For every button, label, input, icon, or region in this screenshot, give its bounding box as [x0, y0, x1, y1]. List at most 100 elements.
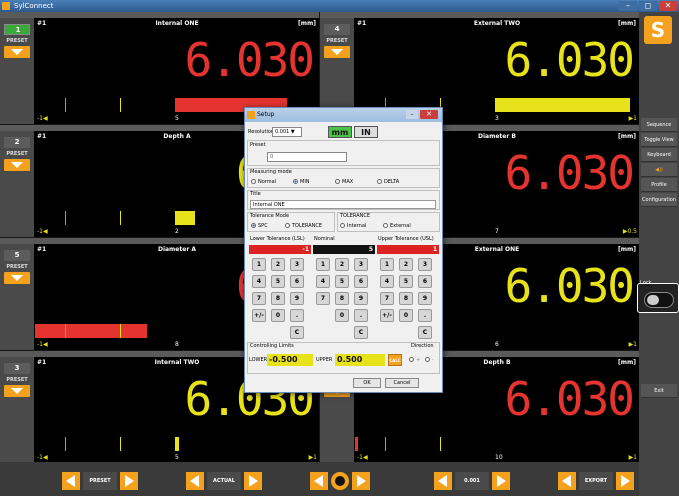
preset-select[interactable]: 0: [267, 152, 347, 162]
title-input[interactable]: Internal ONE: [250, 200, 436, 209]
export-prev-button[interactable]: [558, 472, 576, 490]
keyboard-button[interactable]: Keyboard: [641, 148, 677, 162]
resolution-select[interactable]: 0.001 ▼: [272, 127, 302, 137]
resolution-next-button[interactable]: [492, 472, 510, 490]
keypad-key[interactable]: .: [418, 309, 432, 322]
panel-preset-button[interactable]: [4, 159, 30, 171]
keypad-key[interactable]: 6: [354, 275, 368, 288]
keypad-clear-key[interactable]: C: [418, 326, 432, 339]
sequence-button[interactable]: Sequence: [641, 118, 677, 132]
resolution-prev-button[interactable]: [434, 472, 452, 490]
profile-button[interactable]: Profile: [641, 178, 677, 192]
mode-delta-radio[interactable]: DELTA: [377, 179, 399, 185]
keypad-key[interactable]: .: [354, 309, 368, 322]
keypad-key[interactable]: 7: [252, 292, 266, 305]
zero-prev-button[interactable]: [310, 472, 328, 490]
tol-external-radio[interactable]: External: [383, 223, 411, 229]
keypad-key[interactable]: 5: [335, 275, 349, 288]
calc-button[interactable]: CALC: [388, 354, 402, 366]
panel-title: Depth A: [163, 133, 191, 140]
close-button[interactable]: ✕: [659, 1, 677, 11]
keypad-key[interactable]: .: [290, 309, 304, 322]
keypad-key[interactable]: 7: [316, 292, 330, 305]
keypad-clear-key[interactable]: C: [290, 326, 304, 339]
keypad-key[interactable]: 4: [252, 275, 266, 288]
unit-mm-button[interactable]: mm: [328, 126, 352, 138]
keypad-key[interactable]: 1: [316, 258, 330, 271]
tol-internal-radio[interactable]: Internal: [340, 223, 366, 229]
scale-right: ▶1: [628, 341, 637, 348]
scale-right: ▶1: [628, 454, 637, 461]
minimize-button[interactable]: –: [619, 1, 637, 11]
actual-prev-button[interactable]: [186, 472, 204, 490]
keypad-key[interactable]: 9: [418, 292, 432, 305]
mode-normal-radio[interactable]: Normal: [251, 179, 276, 185]
unit-in-button[interactable]: IN: [354, 126, 378, 138]
tol-tolerance-radio[interactable]: TOLERANCE: [285, 223, 322, 229]
keypad-key[interactable]: 4: [380, 275, 394, 288]
keypad-key[interactable]: +/-: [380, 309, 394, 322]
keypad-key[interactable]: 1: [252, 258, 266, 271]
panel-preset-label: PRESET: [6, 151, 28, 157]
toggle-view-button[interactable]: Toggle View: [641, 133, 677, 147]
keypad-key[interactable]: 3: [418, 258, 432, 271]
panel-preset-button[interactable]: [4, 46, 30, 58]
panel-preset-button[interactable]: [4, 272, 30, 284]
keypad-key[interactable]: 4: [316, 275, 330, 288]
keypad-key[interactable]: 0: [271, 309, 285, 322]
keypad-key[interactable]: 7: [380, 292, 394, 305]
keypad-key[interactable]: 6: [418, 275, 432, 288]
zero-circle-icon[interactable]: [331, 472, 349, 490]
panel-number[interactable]: 3: [4, 363, 30, 374]
keypad-key[interactable]: 3: [290, 258, 304, 271]
panel-number[interactable]: 1: [4, 24, 30, 35]
mode-min-radio[interactable]: MIN: [293, 179, 310, 185]
actual-next-button[interactable]: [244, 472, 262, 490]
direction-plus-radio[interactable]: +: [409, 357, 420, 363]
cancel-button[interactable]: Cancel: [385, 378, 419, 388]
configuration-button[interactable]: Configuration: [641, 193, 677, 207]
panel-preset-button[interactable]: [324, 46, 350, 58]
keypad-key[interactable]: 8: [271, 292, 285, 305]
keypad-key[interactable]: 5: [271, 275, 285, 288]
panel-number[interactable]: 5: [4, 250, 30, 261]
keypad-key[interactable]: 8: [399, 292, 413, 305]
panel-preset-button[interactable]: [4, 385, 30, 397]
keypad-clear-key[interactable]: C: [354, 326, 368, 339]
keypad-key[interactable]: 3: [354, 258, 368, 271]
keypad-key[interactable]: +/-: [252, 309, 266, 322]
exit-button[interactable]: Exit: [641, 384, 677, 398]
keypad-key[interactable]: 8: [335, 292, 349, 305]
mode-max-radio[interactable]: MAX: [335, 179, 353, 185]
keypad-key[interactable]: 2: [271, 258, 285, 271]
keypad-key[interactable]: 2: [335, 258, 349, 271]
export-label: EXPORT: [579, 472, 613, 490]
direction-minus-radio[interactable]: -: [425, 357, 434, 363]
lower-limit-input[interactable]: -0.500: [267, 354, 313, 366]
maximize-button[interactable]: ◻: [639, 1, 657, 11]
upper-limit-input[interactable]: 0.500: [335, 354, 385, 366]
export-next-button[interactable]: [616, 472, 634, 490]
keypad-key[interactable]: 2: [399, 258, 413, 271]
radio-on-icon: [293, 179, 298, 184]
keypad-key[interactable]: 1: [380, 258, 394, 271]
dialog-minimize-button[interactable]: –: [406, 110, 418, 119]
keypad-key[interactable]: 0: [335, 309, 349, 322]
panel-channel: #1: [37, 359, 47, 366]
keypad-key[interactable]: 9: [290, 292, 304, 305]
keypad-key[interactable]: 5: [399, 275, 413, 288]
sound-icon[interactable]: ◀)): [641, 163, 677, 177]
preset-next-button[interactable]: [120, 472, 138, 490]
zero-next-button[interactable]: [352, 472, 370, 490]
keypad-key[interactable]: 0: [399, 309, 413, 322]
tol-spc-radio[interactable]: SPC: [251, 223, 268, 229]
keypad-key[interactable]: 9: [354, 292, 368, 305]
panel-number[interactable]: 2: [4, 137, 30, 148]
dialog-close-button[interactable]: ✕: [420, 110, 438, 119]
panel-number[interactable]: 4: [324, 24, 350, 35]
keypad-key[interactable]: 6: [290, 275, 304, 288]
mode-delta-label: DELTA: [384, 179, 400, 185]
lock-toggle[interactable]: [644, 292, 674, 308]
preset-prev-button[interactable]: [62, 472, 80, 490]
ok-button[interactable]: OK: [353, 378, 381, 388]
